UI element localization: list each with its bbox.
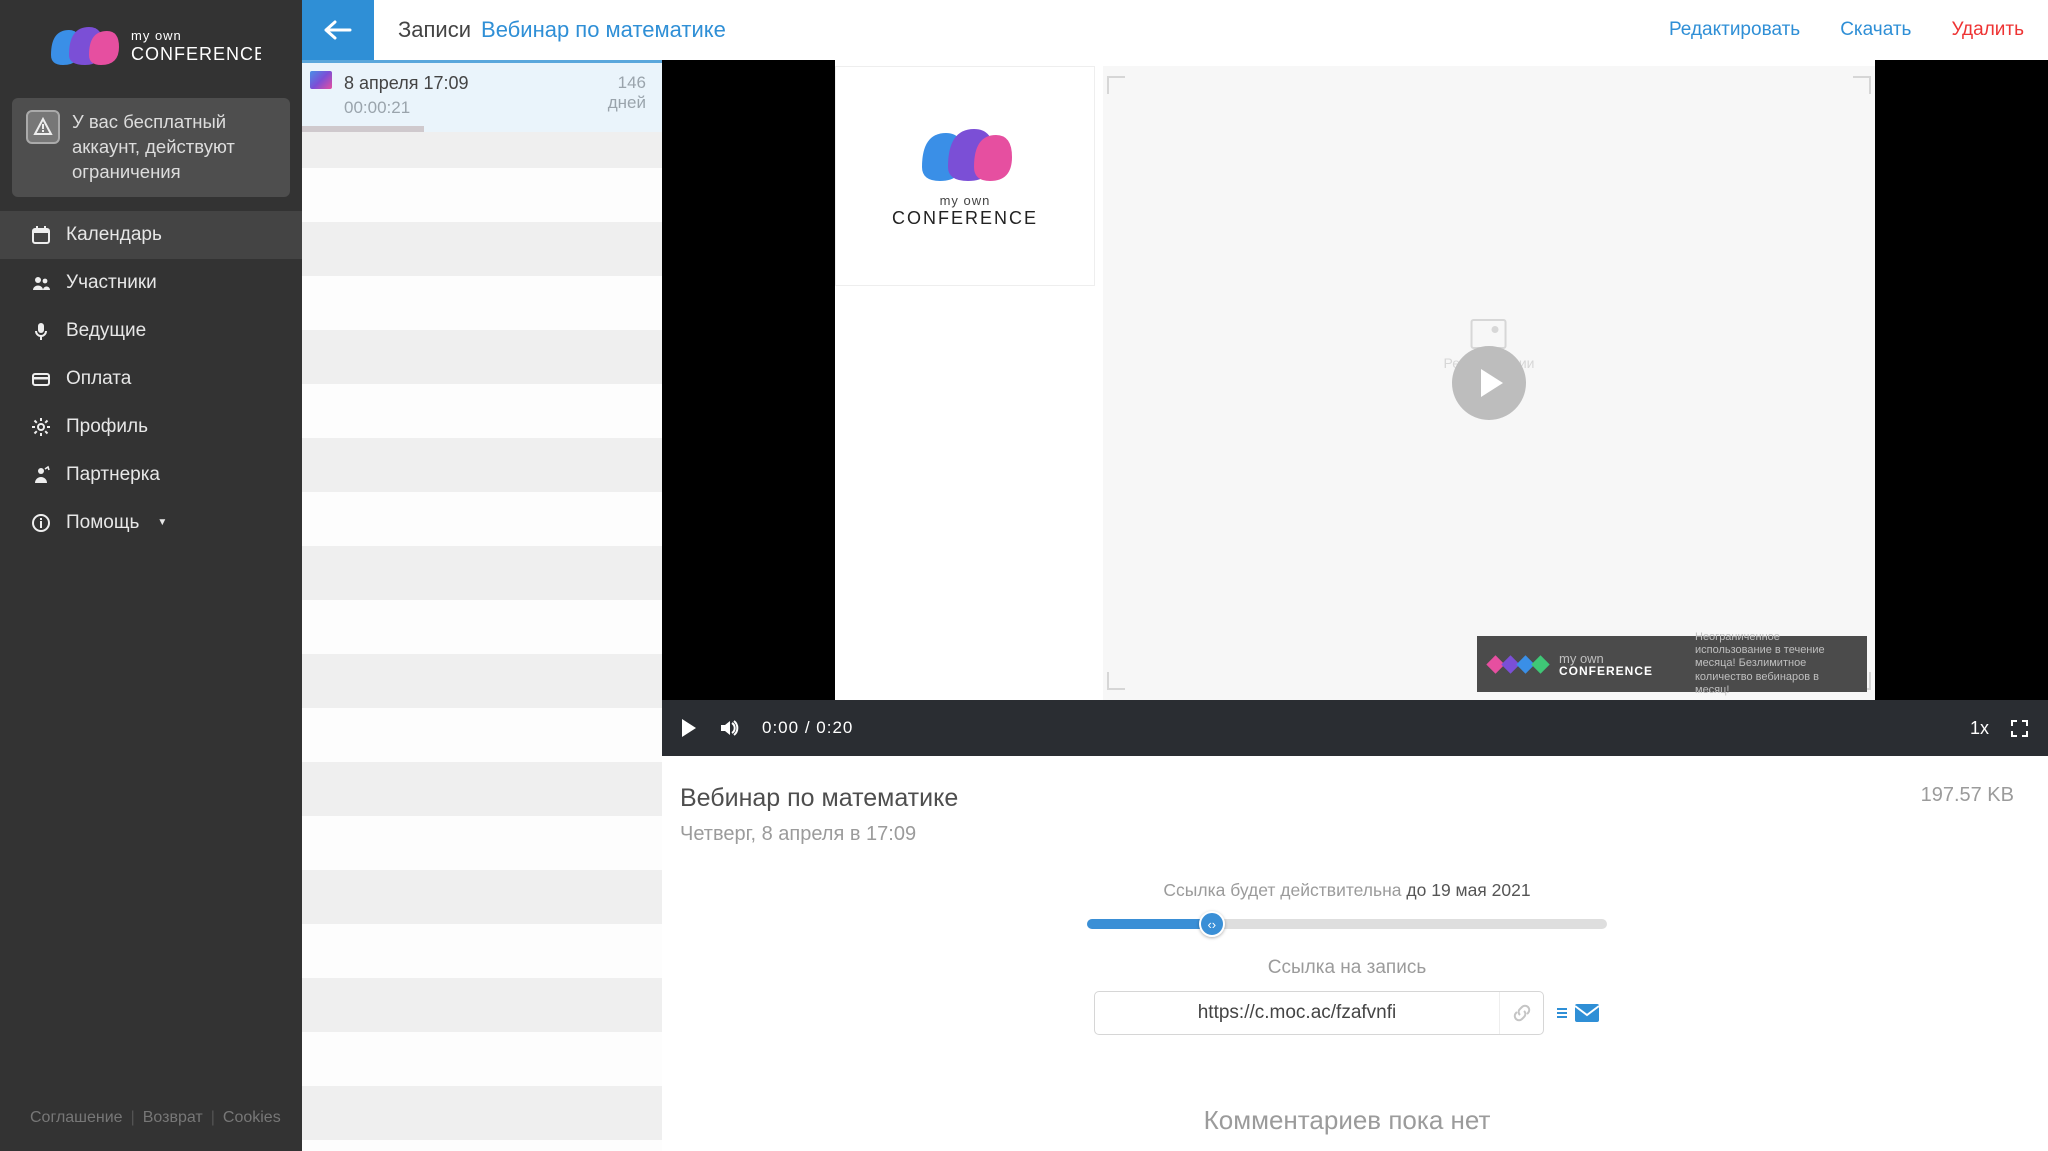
validity-slider[interactable]: ‹› <box>1087 919 1607 929</box>
promo-banner: my own CONFERENCE Неограниченное использ… <box>1477 636 1867 692</box>
recording-thumb <box>310 71 332 89</box>
nav-label: Ведущие <box>66 320 146 342</box>
video-player: my own CONFERENCE Режим студии <box>662 60 2048 700</box>
player-controls: 0:00 / 0:20 1x <box>662 700 2048 756</box>
player-logo-panel: my own CONFERENCE <box>835 66 1095 286</box>
nav-profile[interactable]: Профиль <box>0 403 302 451</box>
footer-refund[interactable]: Возврат <box>143 1109 203 1127</box>
nav-help[interactable]: Помощь ▼ <box>0 499 302 547</box>
footer-cookies[interactable]: Cookies <box>223 1109 281 1127</box>
control-play[interactable] <box>682 719 696 737</box>
recording-scrub <box>302 126 424 132</box>
slider-thumb[interactable]: ‹› <box>1199 911 1225 937</box>
nav-label: Оплата <box>66 368 131 390</box>
payment-icon <box>30 368 52 390</box>
nav-label: Помощь <box>66 512 139 534</box>
link-label: Ссылка на запись <box>1087 957 1607 979</box>
nav-label: Профиль <box>66 416 148 438</box>
calendar-icon <box>30 224 52 246</box>
main-panel: my own CONFERENCE Режим студии <box>662 60 2048 1151</box>
control-speed[interactable]: 1x <box>1970 718 1989 739</box>
corner-icon <box>1107 76 1125 94</box>
chevron-down-icon: ▼ <box>157 517 167 528</box>
nav: Календарь Участники Ведущие Оплата Профи… <box>0 211 302 1109</box>
brand-logo: my own CONFERENCE <box>0 0 302 90</box>
gear-icon <box>30 416 52 438</box>
time-display: 0:00 / 0:20 <box>762 718 853 738</box>
link-valid-text: Ссылка будет действительна до 19 мая 202… <box>1087 880 1607 901</box>
affiliate-icon <box>30 464 52 486</box>
banner-text: Неограниченное использование в течение м… <box>1695 631 1855 697</box>
nav-label: Участники <box>66 272 157 294</box>
recording-date: 8 апреля 17:09 <box>344 73 469 94</box>
nav-calendar[interactable]: Календарь <box>0 211 302 259</box>
free-account-notice[interactable]: У вас бесплатный аккаунт, действуют огра… <box>12 98 290 197</box>
image-icon <box>1471 319 1507 349</box>
recording-duration: 00:00:21 <box>344 98 469 118</box>
player-stage: Режим студии <box>1103 66 1875 700</box>
action-delete[interactable]: Удалить <box>1951 19 2024 41</box>
recordings-list: 8 апреля 17:09 00:00:21 146 дней <box>302 60 662 1151</box>
nav-label: Календарь <box>66 224 162 246</box>
recording-size: 197.57 KB <box>1921 784 2014 807</box>
back-button[interactable] <box>302 0 374 60</box>
participants-icon <box>30 272 52 294</box>
nav-hosts[interactable]: Ведущие <box>0 307 302 355</box>
copy-link-icon[interactable] <box>1499 992 1543 1034</box>
recording-days-n: 146 <box>608 73 646 93</box>
header: Записи Вебинар по математике Редактирова… <box>374 0 2048 60</box>
recording-days-l: дней <box>608 93 646 112</box>
no-comments: Комментариев пока нет <box>680 1105 2014 1136</box>
recording-title: Вебинар по математике <box>680 784 958 813</box>
play-button[interactable] <box>1452 346 1526 420</box>
control-volume[interactable] <box>718 717 740 739</box>
corner-icon <box>1107 672 1125 690</box>
hosts-icon <box>30 320 52 342</box>
control-fullscreen[interactable] <box>2011 720 2028 737</box>
brand-line2: CONFERENCE <box>131 44 261 64</box>
nav-payment[interactable]: Оплата <box>0 355 302 403</box>
sidebar-footer: Соглашение| Возврат| Cookies <box>0 1109 302 1151</box>
nav-participants[interactable]: Участники <box>0 259 302 307</box>
send-email-button[interactable] <box>1556 1003 1600 1023</box>
recording-subtitle: Четверг, 8 апреля в 17:09 <box>680 823 958 846</box>
nav-label: Партнерка <box>66 464 160 486</box>
notice-text: У вас бесплатный аккаунт, действуют огра… <box>72 110 276 185</box>
action-edit[interactable]: Редактировать <box>1669 19 1800 41</box>
warning-icon <box>26 110 60 144</box>
link-input-group <box>1094 991 1544 1035</box>
link-input[interactable] <box>1095 1002 1499 1024</box>
info-icon <box>30 512 52 534</box>
mini-logo-line1: my own <box>892 193 1038 208</box>
corner-icon <box>1853 76 1871 94</box>
banner-logo-icon <box>1489 658 1547 671</box>
nav-affiliate[interactable]: Партнерка <box>0 451 302 499</box>
mini-logo-line2: CONFERENCE <box>892 208 1038 229</box>
breadcrumb-label: Записи <box>398 17 471 43</box>
sidebar: my own CONFERENCE У вас бесплатный аккау… <box>0 0 302 1151</box>
brand-line1: my own <box>131 28 182 43</box>
action-download[interactable]: Скачать <box>1840 19 1911 41</box>
recording-item[interactable]: 8 апреля 17:09 00:00:21 146 дней <box>302 60 662 132</box>
footer-agreement[interactable]: Соглашение <box>30 1109 123 1127</box>
breadcrumb-link[interactable]: Вебинар по математике <box>481 17 726 43</box>
